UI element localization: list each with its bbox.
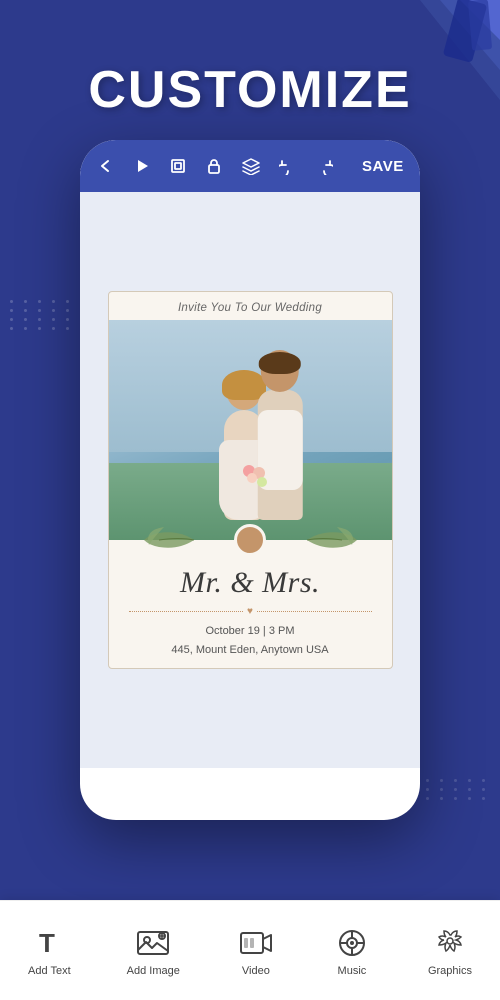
graphics-icon [430, 925, 470, 961]
left-leaf-icon [139, 525, 199, 555]
couple-names: Mr. & Mrs. [109, 558, 392, 604]
heart-icon: ♥ [247, 606, 253, 617]
bottom-navigation: T Add Text Add Image [0, 900, 500, 1000]
nav-item-graphics[interactable]: Graphics [416, 917, 484, 985]
couple-photo [109, 320, 392, 540]
nav-item-video[interactable]: Video [224, 917, 288, 985]
frame-button[interactable] [164, 153, 192, 179]
center-circle [234, 524, 266, 556]
nav-item-add-text[interactable]: T Add Text [16, 917, 83, 985]
event-date: October 19 | 3 PM [109, 619, 392, 645]
undo-button[interactable] [274, 153, 302, 179]
toolbar: SAVE [80, 140, 420, 192]
graphics-label: Graphics [428, 965, 472, 977]
card-area: Invite You To Our Wedding [80, 192, 420, 768]
music-icon [332, 925, 372, 961]
add-image-icon [133, 925, 173, 961]
lock-button[interactable] [200, 153, 228, 179]
nav-item-add-image[interactable]: Add Image [115, 917, 192, 985]
card-divider: ♥ [109, 604, 392, 619]
right-leaf-icon [302, 525, 362, 555]
svg-text:T: T [39, 928, 55, 958]
music-label: Music [338, 965, 367, 977]
wedding-card: Invite You To Our Wedding [108, 291, 393, 670]
nav-item-music[interactable]: Music [320, 917, 384, 985]
back-button[interactable] [92, 153, 120, 179]
page-title: CUSTOMIZE [0, 60, 500, 120]
phone-mockup: SAVE Invite You To Our Wedding [80, 140, 420, 820]
redo-button[interactable] [310, 153, 338, 179]
video-label: Video [242, 965, 270, 977]
play-button[interactable] [128, 153, 156, 179]
add-image-label: Add Image [127, 965, 180, 977]
event-address: 445, Mount Eden, Anytown USA [109, 644, 392, 668]
invite-text: Invite You To Our Wedding [109, 292, 392, 320]
save-button[interactable]: SAVE [354, 154, 412, 179]
card-leaves-decoration [109, 522, 392, 558]
add-text-label: Add Text [28, 965, 71, 977]
video-icon [236, 925, 276, 961]
add-text-icon: T [29, 925, 69, 961]
layers-button[interactable] [236, 153, 266, 179]
